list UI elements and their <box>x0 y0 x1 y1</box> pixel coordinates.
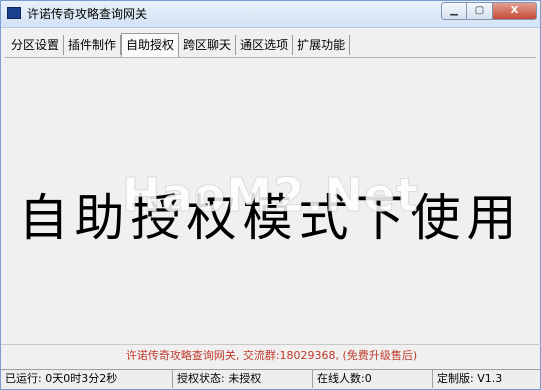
app-icon <box>7 7 21 19</box>
tab-plugin-making[interactable]: 插件制作 <box>64 35 122 55</box>
auth-status: 授权状态: 未授权 <box>173 370 313 388</box>
close-button[interactable]: X <box>493 2 537 20</box>
window-title: 许诺传奇攻略查询网关 <box>27 7 148 21</box>
tab-self-authorization[interactable]: 自助授权 <box>121 33 180 57</box>
divider <box>1 344 541 345</box>
window-controls: ▁ ▢ X <box>441 2 537 20</box>
maximize-button[interactable]: ▢ <box>467 2 493 20</box>
online-count: 在线人数:0 <box>313 370 433 388</box>
footer-note: 许诺传奇攻略查询网关, 交流群:18029368, (免费升级售后) <box>125 349 418 362</box>
tab-cross-server-chat[interactable]: 跨区聊天 <box>179 35 237 55</box>
tab-panel: 自助授权模式下使用 HaoM2.Net <box>5 57 536 343</box>
title-bar[interactable]: 许诺传奇攻略查询网关 ▁ ▢ X <box>1 1 540 28</box>
runtime-status: 已运行: 0天0时3分2秒 <box>1 370 173 388</box>
version-label: 定制版: V1.3 <box>433 370 540 388</box>
app-window: 许诺传奇攻略查询网关 ▁ ▢ X 分区设置 插件制作 自助授权 跨区聊天 通区选… <box>0 0 541 390</box>
status-bar: 已运行: 0天0时3分2秒 授权状态: 未授权 在线人数:0 定制版: V1.3 <box>1 369 540 390</box>
tab-shared-zone-options[interactable]: 通区选项 <box>236 35 294 55</box>
tab-partition-settings[interactable]: 分区设置 <box>7 35 65 55</box>
tab-extended-features[interactable]: 扩展功能 <box>293 35 351 55</box>
tab-bar: 分区设置 插件制作 自助授权 跨区聊天 通区选项 扩展功能 <box>7 33 351 57</box>
minimize-button[interactable]: ▁ <box>441 2 467 20</box>
watermark-text: HaoM2.Net <box>121 168 420 223</box>
